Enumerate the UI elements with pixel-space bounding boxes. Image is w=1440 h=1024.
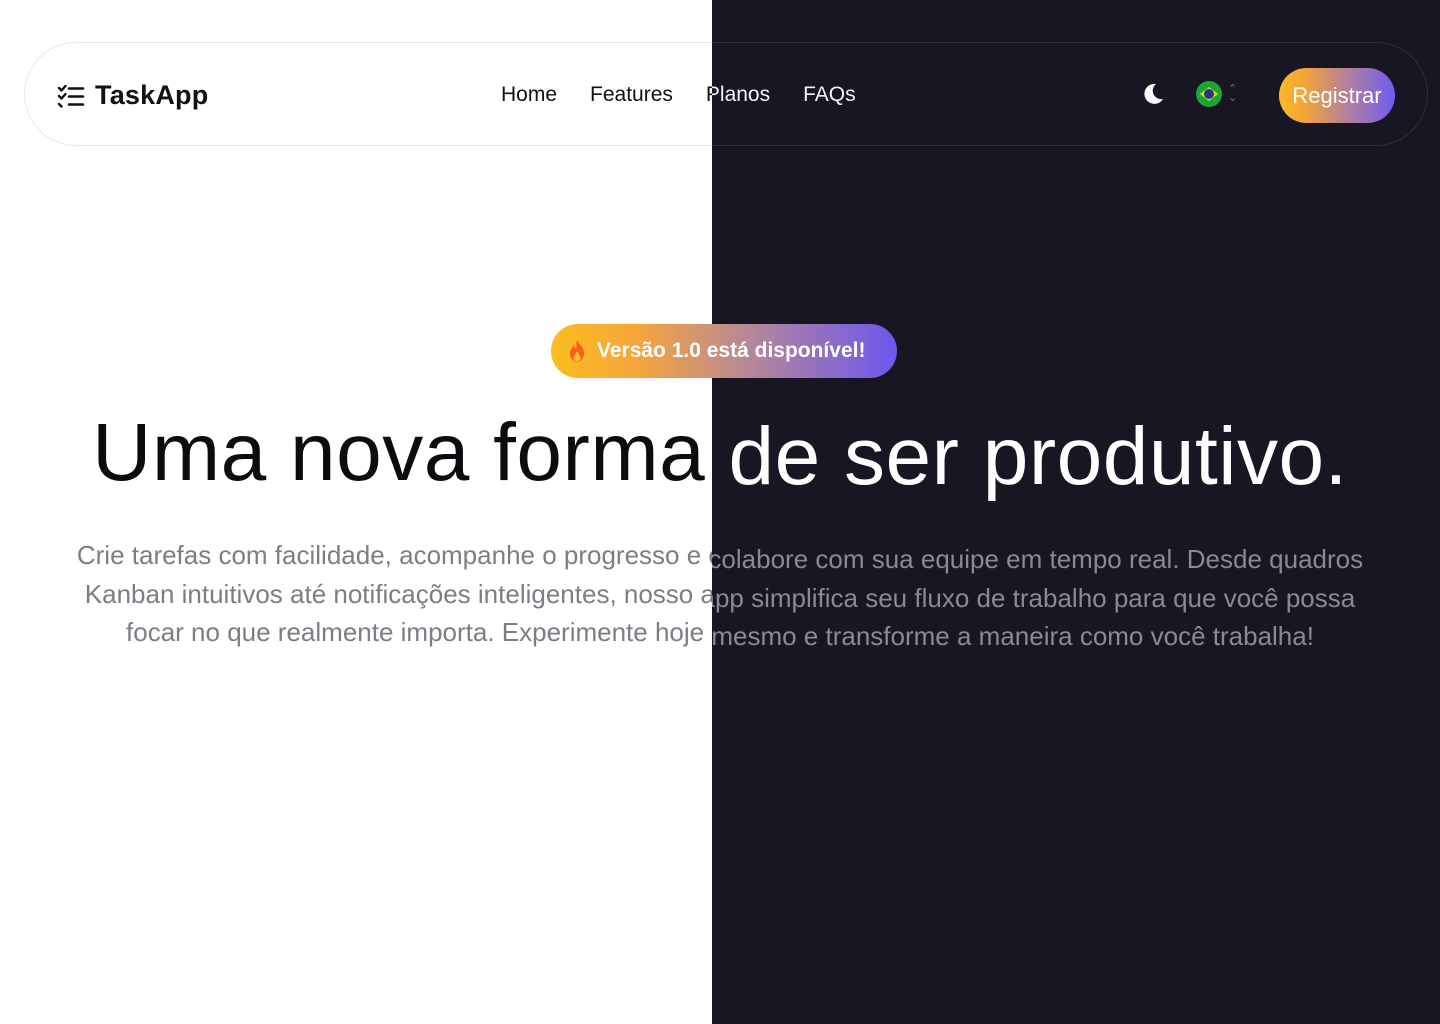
- light-page: TaskApp Home Features Planos FAQs Versão…: [0, 0, 712, 1024]
- hero-headline: Uma nova forma de ser produtivo.: [92, 407, 712, 498]
- badge-text: Versão 1.0 está disponível!: [597, 339, 712, 362]
- navbar-dark: Home Features Planos FAQs ⌃⌄ Regis: [712, 42, 1428, 146]
- dark-page: Home Features Planos FAQs ⌃⌄ Regis: [712, 0, 1440, 1024]
- language-select[interactable]: ⌃ ⌄: [1196, 81, 1237, 107]
- moon-icon: [1144, 83, 1163, 104]
- light-theme-half: TaskApp Home Features Planos FAQs Versão…: [0, 0, 712, 1024]
- split-theme-preview: TaskApp Home Features Planos FAQs Versão…: [0, 0, 1440, 1024]
- brazil-flag-icon: [1196, 81, 1222, 107]
- version-badge-dark[interactable]: Versão 1.0 está disponível!: [712, 324, 897, 378]
- nav-links: Home Features Planos FAQs: [501, 83, 712, 107]
- hero-lead-dark: Crie tarefas com facilidade, acompanhe o…: [712, 544, 1364, 651]
- brand-logo[interactable]: TaskApp: [57, 80, 208, 111]
- nav-links-dark: Home Features Planos FAQs: [712, 83, 856, 107]
- dark-theme-half: Home Features Planos FAQs ⌃⌄ Regis: [712, 0, 1440, 1024]
- register-button[interactable]: Registrar: [1279, 68, 1395, 123]
- theme-toggle-button[interactable]: [1140, 81, 1166, 107]
- fire-icon: [570, 340, 584, 362]
- hero-headline-dark: Uma nova forma de ser produtivo.: [712, 411, 1348, 502]
- nav-link-faqs-dark[interactable]: FAQs: [803, 83, 856, 107]
- nav-link-home[interactable]: Home: [501, 83, 557, 107]
- badge-text-dark: Versão 1.0 está disponível!: [712, 339, 866, 362]
- chevron-updown-icon: ⌃ ⌄: [1228, 83, 1238, 104]
- list-check-icon: [57, 84, 85, 108]
- version-badge[interactable]: Versão 1.0 está disponível!: [551, 324, 712, 378]
- hero-lead: Crie tarefas com facilidade, acompanhe o…: [76, 540, 712, 647]
- brand-name: TaskApp: [95, 80, 209, 110]
- navbar: TaskApp Home Features Planos FAQs: [24, 42, 712, 146]
- nav-link-planos-dark[interactable]: Planos: [712, 83, 770, 107]
- nav-link-features[interactable]: Features: [590, 83, 673, 107]
